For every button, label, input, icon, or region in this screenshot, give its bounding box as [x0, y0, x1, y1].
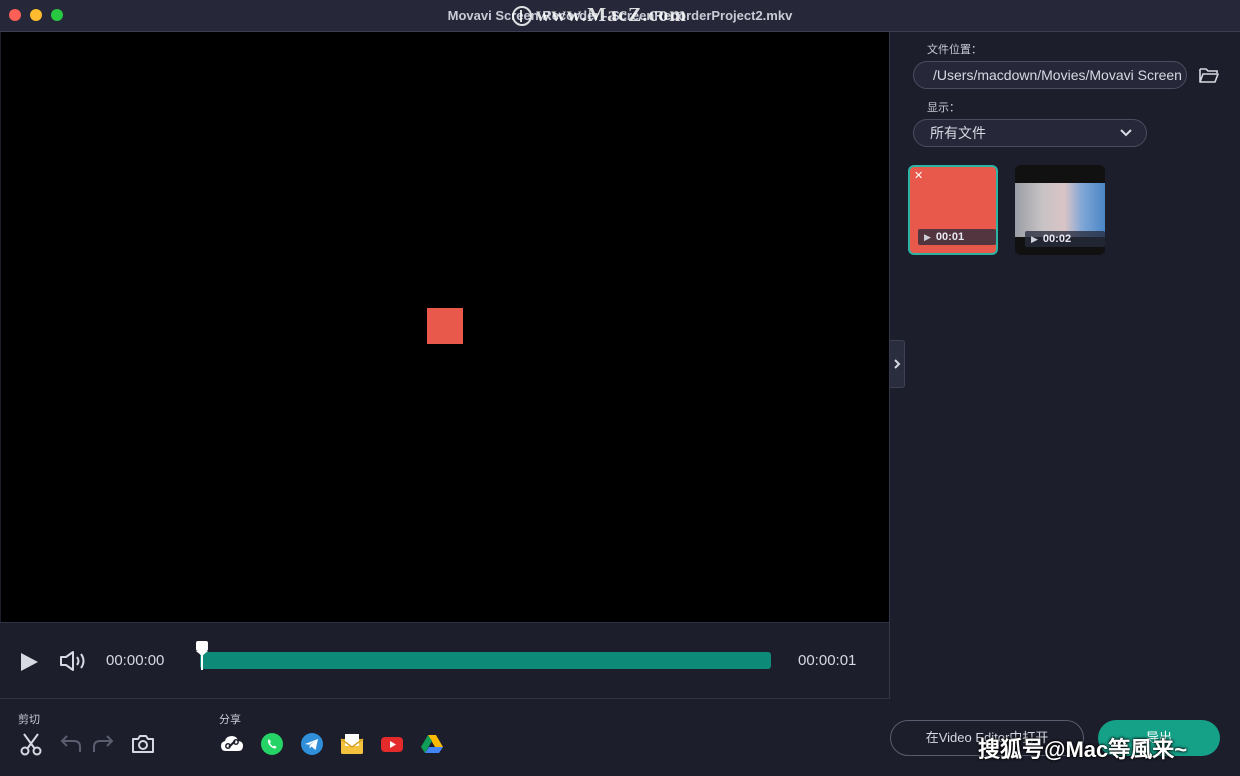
- camera-icon[interactable]: [131, 732, 155, 756]
- telegram-icon[interactable]: [300, 732, 324, 756]
- current-time: 00:00:00: [106, 652, 164, 669]
- share-section-label: 分享: [219, 711, 241, 727]
- timeline-track[interactable]: [200, 652, 771, 669]
- email-icon[interactable]: [340, 732, 364, 756]
- thumbnail-duration-text: 00:02: [1043, 233, 1071, 245]
- title-bar: Movavi Screen Recorder - ScreenRecorderP…: [0, 0, 1240, 32]
- thumbnail-preview-image: [1015, 183, 1105, 237]
- volume-icon[interactable]: [58, 649, 88, 673]
- display-filter-select[interactable]: 所有文件: [913, 119, 1147, 147]
- link-icon[interactable]: [220, 732, 244, 756]
- watermark: www.MacZ.com: [512, 4, 687, 27]
- display-filter-label: 显示：: [927, 99, 960, 115]
- undo-icon[interactable]: [59, 732, 83, 756]
- video-preview[interactable]: [1, 32, 889, 622]
- thumbnail-duration: ▶ 00:01: [918, 229, 996, 245]
- thumbnail-duration-text: 00:01: [936, 231, 964, 243]
- chevron-down-icon: [1120, 128, 1132, 138]
- play-button[interactable]: [18, 651, 40, 673]
- play-small-icon: ▶: [924, 229, 931, 245]
- source-watermark: 搜狐号@Mac等風来~: [978, 732, 1187, 764]
- play-small-icon: ▶: [1031, 231, 1038, 247]
- redo-icon[interactable]: [91, 732, 115, 756]
- thumbnail-duration: ▶ 00:02: [1025, 231, 1105, 247]
- watermark-text: www.MacZ.com: [536, 4, 687, 26]
- folder-open-icon[interactable]: [1199, 66, 1219, 84]
- timeline-scrubber[interactable]: [195, 640, 209, 670]
- recording-thumbnail[interactable]: ▶ 00:02: [1015, 165, 1105, 255]
- display-filter-value: 所有文件: [930, 125, 986, 141]
- chevron-right-icon: [890, 341, 904, 387]
- cut-section-label: 剪切: [18, 711, 40, 727]
- collapse-panel-button[interactable]: [890, 340, 905, 388]
- delete-recording-icon[interactable]: ✕: [914, 169, 923, 182]
- recording-thumbnail[interactable]: ✕ ▶ 00:01: [908, 165, 998, 255]
- toolbar-divider: [0, 698, 890, 699]
- recorded-content-square: [427, 308, 463, 344]
- file-location-label: 文件位置：: [927, 41, 982, 57]
- watermark-logo-icon: [512, 6, 532, 26]
- youtube-icon[interactable]: [380, 732, 404, 756]
- end-time: 00:00:01: [798, 652, 856, 669]
- whatsapp-icon[interactable]: [260, 732, 284, 756]
- google-drive-icon[interactable]: [420, 732, 444, 756]
- file-location-field[interactable]: /Users/macdown/Movies/Movavi Screen Reco…: [913, 61, 1187, 89]
- scissors-icon[interactable]: [19, 732, 43, 756]
